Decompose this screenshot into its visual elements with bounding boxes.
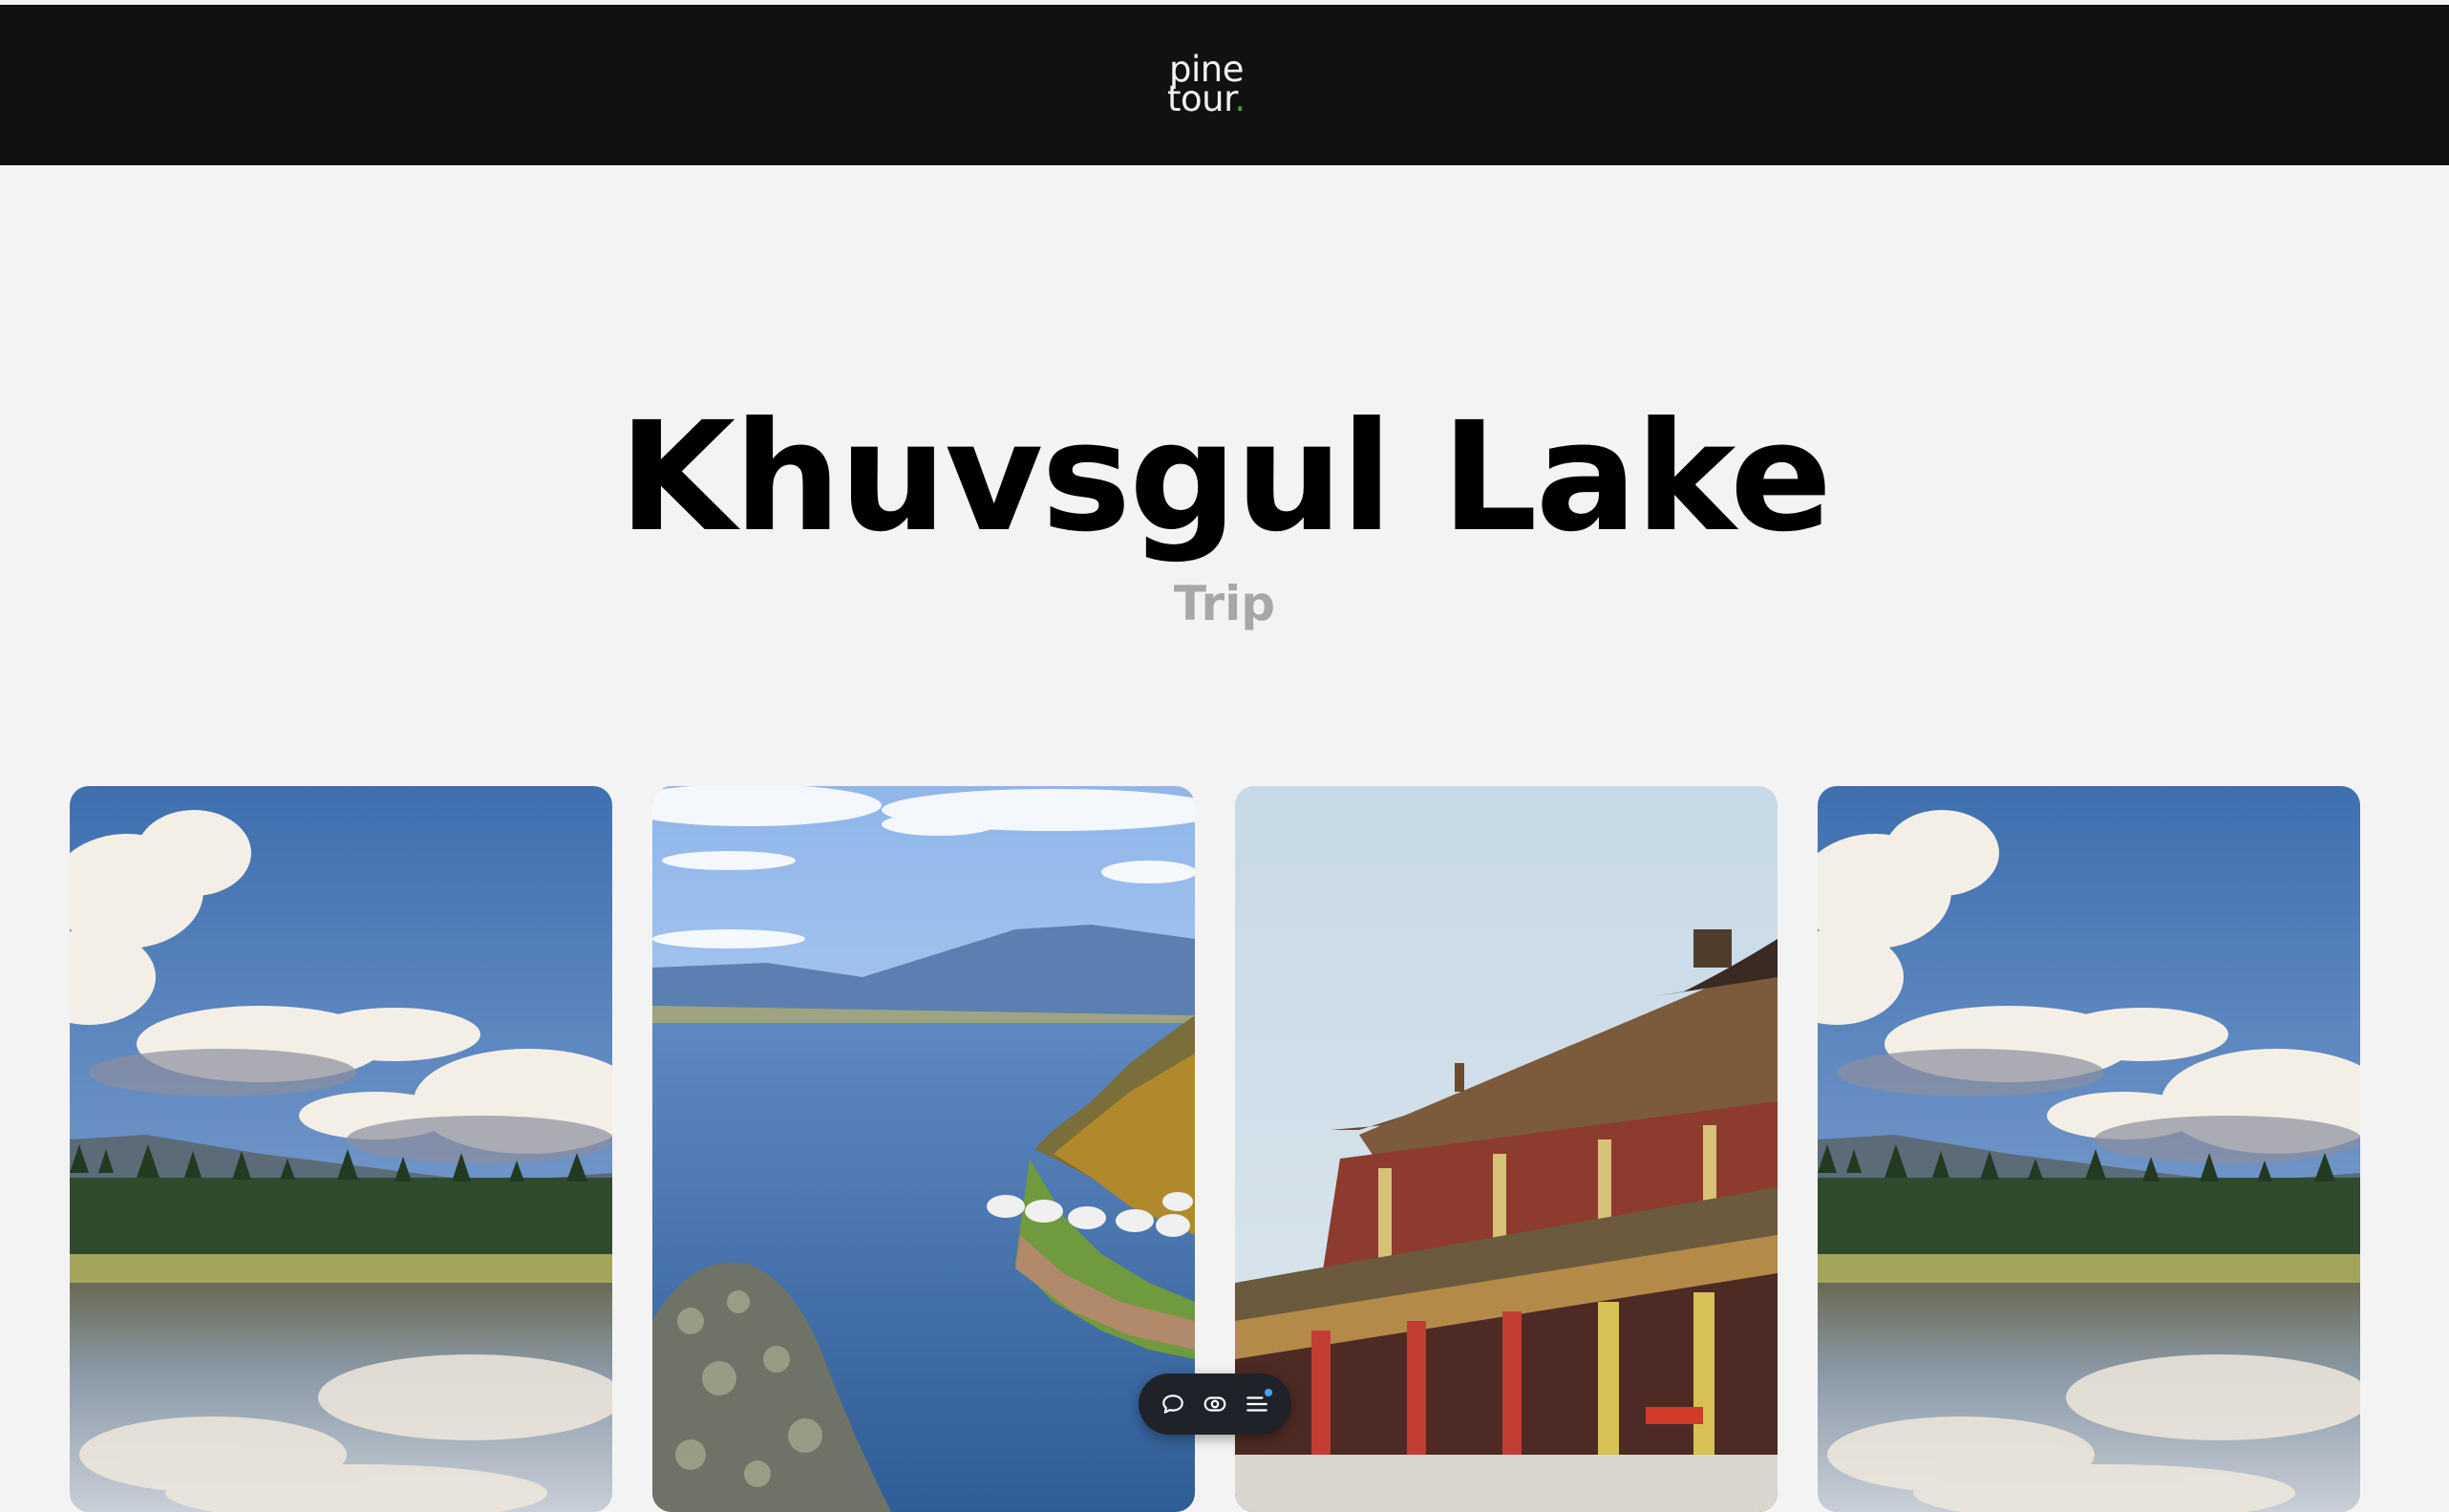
top-navigation-bar: pine tour.	[0, 5, 2449, 165]
menu-button[interactable]	[1240, 1387, 1274, 1421]
logo-line-2: tour.	[1167, 81, 1263, 117]
preview-button[interactable]	[1198, 1387, 1232, 1421]
floating-toolbar	[1139, 1374, 1291, 1435]
pinetour-logo[interactable]: pine tour.	[1167, 52, 1263, 121]
lake-shore-gers-image	[652, 786, 1195, 1512]
gallery-card-lake-reflection[interactable]	[70, 786, 612, 1512]
comment-icon	[1162, 1395, 1183, 1414]
comment-button[interactable]	[1156, 1387, 1190, 1421]
notification-badge	[1265, 1389, 1272, 1396]
gallery-card-lake-reflection-2[interactable]	[1818, 786, 2360, 1512]
logo-dot: .	[1234, 78, 1246, 119]
lake-reflection-image	[1818, 786, 2360, 1512]
monastery-image	[1235, 786, 1778, 1512]
eye-icon	[1203, 1396, 1226, 1412]
logo-line-2-text: tour	[1167, 78, 1235, 119]
gallery-card-lake-shore-gers[interactable]	[652, 786, 1195, 1512]
page-title: Khuvsgul Lake	[618, 390, 1832, 565]
lake-reflection-image	[70, 786, 612, 1512]
page-subtitle: Trip	[1173, 576, 1276, 631]
gallery-card-monastery[interactable]	[1235, 786, 1778, 1512]
